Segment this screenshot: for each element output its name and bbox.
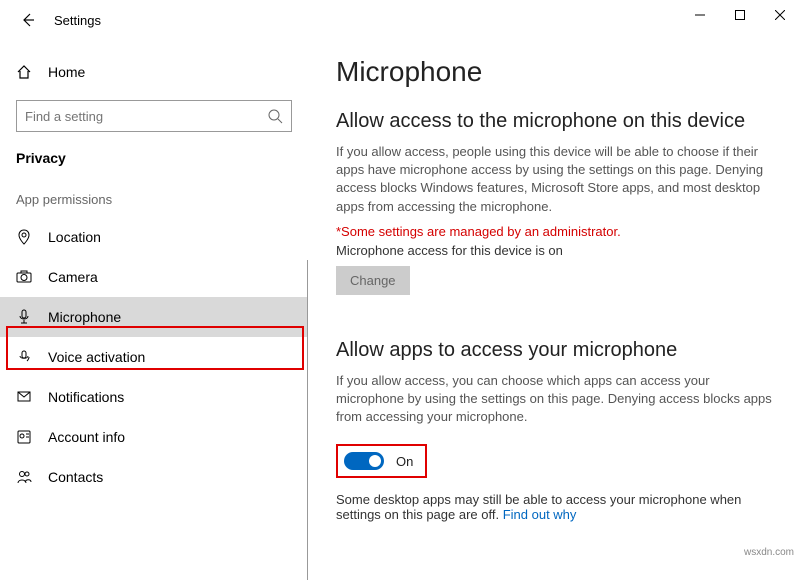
page-title: Microphone [336, 56, 772, 88]
notifications-icon [16, 389, 32, 405]
window-title: Settings [54, 13, 101, 28]
section1-desc: If you allow access, people using this d… [336, 143, 772, 216]
sidebar: Home Privacy App permissions Location Ca… [0, 40, 308, 562]
sidebar-item-label: Voice activation [48, 349, 145, 365]
group-label: App permissions [0, 184, 308, 217]
arrow-left-icon [20, 12, 36, 28]
section1-title: Allow access to the microphone on this d… [336, 110, 772, 133]
home-label: Home [48, 64, 85, 80]
location-icon [16, 229, 32, 245]
sidebar-item-label: Location [48, 229, 101, 245]
minimize-button[interactable] [680, 0, 720, 30]
close-button[interactable] [760, 0, 800, 30]
sidebar-item-voice-activation[interactable]: Voice activation [0, 337, 308, 377]
search-input[interactable] [25, 109, 267, 124]
sidebar-item-camera[interactable]: Camera [0, 257, 308, 297]
admin-warning: *Some settings are managed by an adminis… [336, 224, 772, 239]
sidebar-divider [307, 260, 308, 580]
sidebar-item-label: Account info [48, 429, 125, 445]
home-icon [16, 64, 32, 80]
sidebar-item-label: Contacts [48, 469, 103, 485]
camera-icon [16, 269, 32, 285]
close-icon [775, 10, 785, 20]
minimize-icon [695, 10, 705, 20]
section2-title: Allow apps to access your microphone [336, 339, 772, 362]
watermark: wsxdn.com [744, 547, 794, 558]
account-icon [16, 429, 32, 445]
contacts-icon [16, 469, 32, 485]
find-out-why-link[interactable]: Find out why [503, 507, 577, 522]
voice-icon [16, 349, 32, 365]
category-label: Privacy [0, 146, 308, 184]
sidebar-item-location[interactable]: Location [0, 217, 308, 257]
sidebar-item-label: Camera [48, 269, 98, 285]
main-content: Microphone Allow access to the microphon… [308, 40, 800, 562]
maximize-button[interactable] [720, 0, 760, 30]
sidebar-item-account-info[interactable]: Account info [0, 417, 308, 457]
sidebar-item-notifications[interactable]: Notifications [0, 377, 308, 417]
sidebar-item-label: Microphone [48, 309, 121, 325]
sidebar-item-label: Notifications [48, 389, 124, 405]
toggle-highlight: On [336, 444, 427, 478]
change-button[interactable]: Change [336, 266, 410, 295]
sidebar-item-microphone[interactable]: Microphone [0, 297, 308, 337]
toggle-knob [369, 455, 381, 467]
microphone-icon [16, 309, 32, 325]
device-status: Microphone access for this device is on [336, 243, 772, 258]
desktop-apps-note: Some desktop apps may still be able to a… [336, 492, 772, 522]
maximize-icon [735, 10, 745, 20]
toggle-label: On [396, 454, 413, 469]
sidebar-item-contacts[interactable]: Contacts [0, 457, 308, 497]
home-link[interactable]: Home [0, 56, 308, 88]
apps-access-toggle[interactable] [344, 452, 384, 470]
search-icon [267, 108, 283, 124]
back-button[interactable] [16, 8, 40, 32]
section2-desc: If you allow access, you can choose whic… [336, 372, 772, 427]
search-input-wrap[interactable] [16, 100, 292, 132]
